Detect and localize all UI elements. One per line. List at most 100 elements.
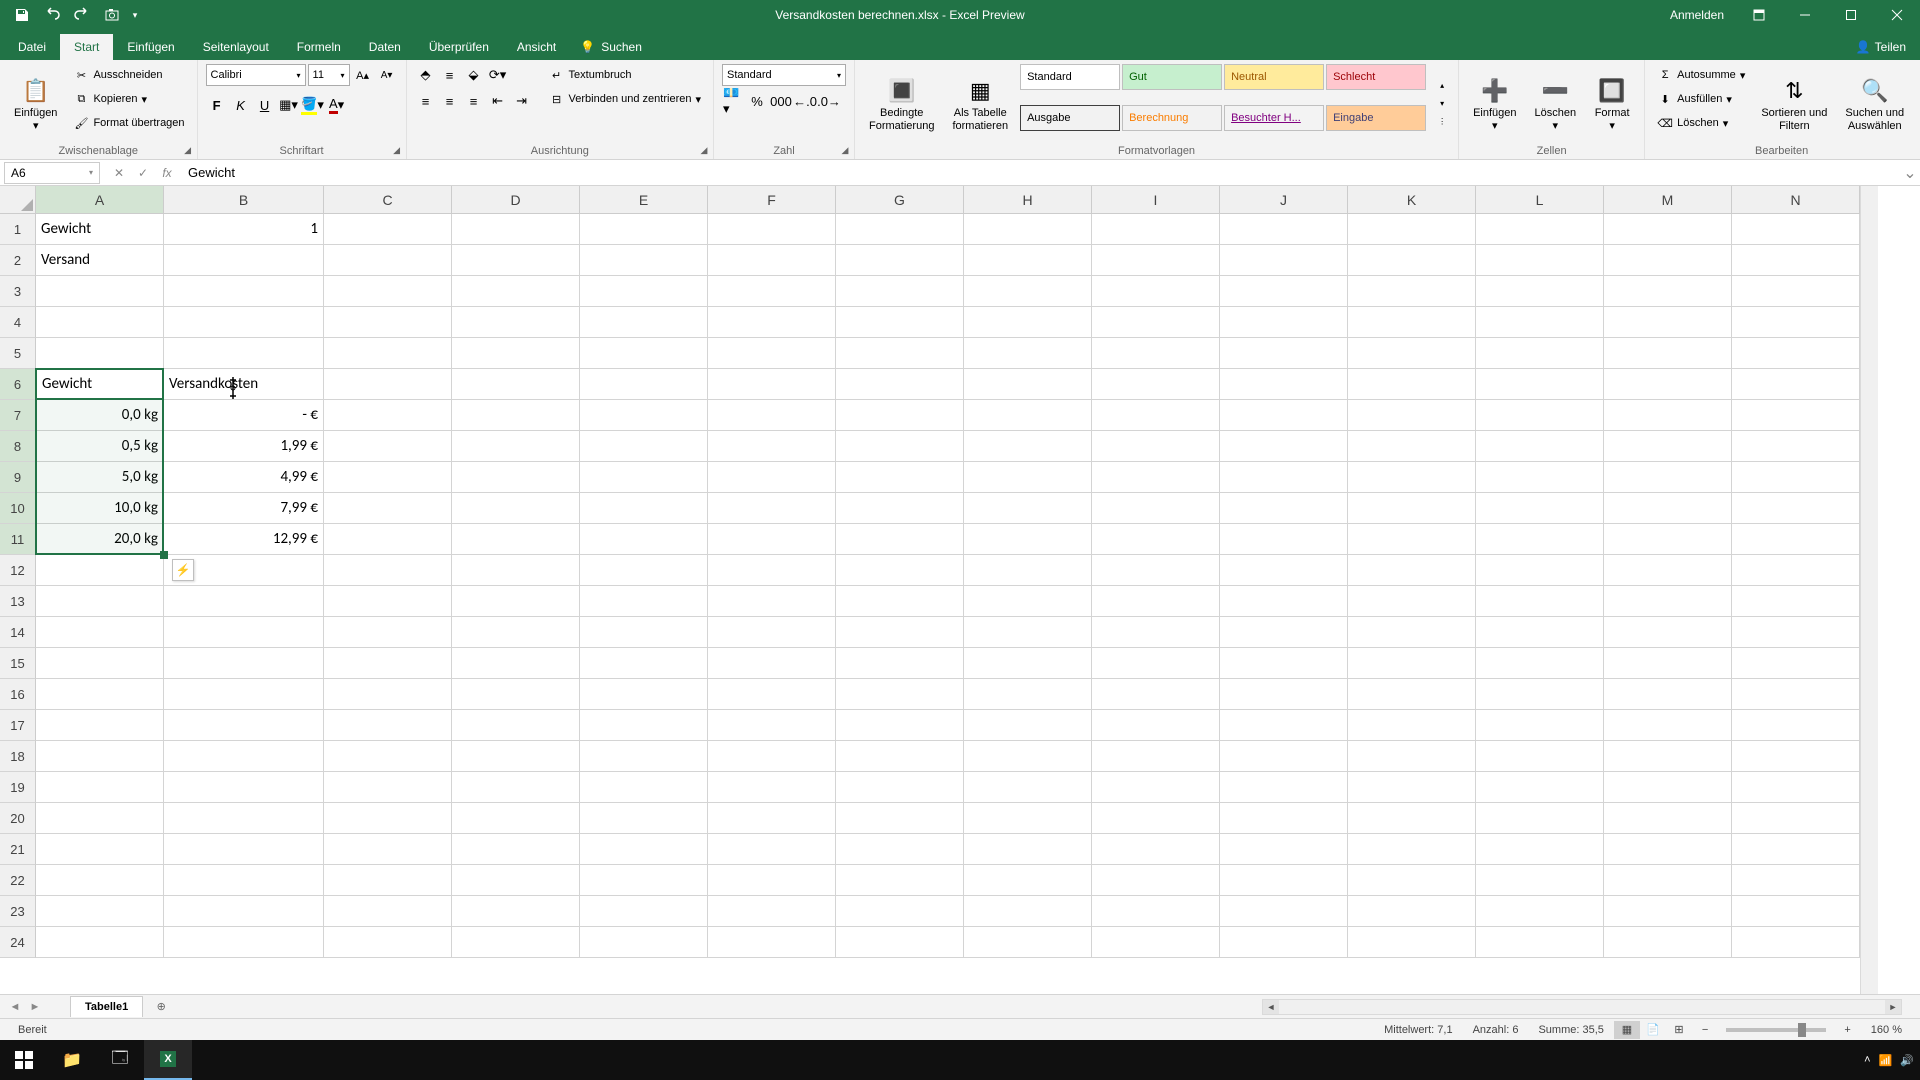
cell[interactable] xyxy=(1220,741,1348,772)
styles-scroll-down[interactable]: ▾ xyxy=(1434,96,1450,112)
cell[interactable] xyxy=(1092,245,1220,276)
cell[interactable] xyxy=(1732,586,1860,617)
increase-decimal-button[interactable]: ←.0 xyxy=(794,90,816,112)
cell[interactable] xyxy=(1220,772,1348,803)
tray-volume-icon[interactable]: 🔊 xyxy=(1900,1054,1914,1067)
cell[interactable] xyxy=(1604,214,1732,245)
style-gut[interactable]: Gut xyxy=(1122,64,1222,90)
cell[interactable] xyxy=(708,679,836,710)
cell[interactable]: Versandkosten xyxy=(164,369,324,400)
fill-button[interactable]: ⬇Ausfüllen ▾ xyxy=(1653,88,1749,110)
cell[interactable] xyxy=(836,927,964,958)
insert-cells-button[interactable]: ➕Einfügen▾ xyxy=(1467,64,1522,143)
taskbar-app[interactable]: 🗔 xyxy=(96,1040,144,1080)
cell[interactable] xyxy=(580,803,708,834)
cell[interactable] xyxy=(708,524,836,555)
cell[interactable] xyxy=(836,710,964,741)
cell[interactable] xyxy=(964,245,1092,276)
row-header[interactable]: 10 xyxy=(0,493,36,524)
cell[interactable] xyxy=(580,617,708,648)
cell[interactable] xyxy=(964,679,1092,710)
cell[interactable] xyxy=(1732,245,1860,276)
paste-button[interactable]: 📋 Einfügen▾ xyxy=(8,64,63,143)
cell[interactable] xyxy=(708,369,836,400)
cell[interactable] xyxy=(324,431,452,462)
cell[interactable] xyxy=(708,803,836,834)
camera-button[interactable] xyxy=(98,1,126,29)
cell[interactable] xyxy=(1348,369,1476,400)
cell[interactable] xyxy=(1604,338,1732,369)
cell[interactable] xyxy=(580,772,708,803)
cell[interactable] xyxy=(1732,493,1860,524)
cell[interactable] xyxy=(1604,431,1732,462)
cell[interactable] xyxy=(1476,710,1604,741)
cell[interactable] xyxy=(1348,927,1476,958)
cell[interactable] xyxy=(164,648,324,679)
decrease-decimal-button[interactable]: .0→ xyxy=(818,90,840,112)
cell[interactable] xyxy=(708,431,836,462)
cell[interactable] xyxy=(1604,524,1732,555)
cell[interactable] xyxy=(324,493,452,524)
cell[interactable] xyxy=(1220,710,1348,741)
cell[interactable] xyxy=(36,555,164,586)
font-name-select[interactable]: Calibri▾ xyxy=(206,64,306,86)
cell[interactable] xyxy=(452,679,580,710)
cell[interactable] xyxy=(1348,772,1476,803)
cell[interactable] xyxy=(1476,214,1604,245)
clear-button[interactable]: ⌫Löschen ▾ xyxy=(1653,112,1749,134)
cell[interactable] xyxy=(836,617,964,648)
row-header[interactable]: 4 xyxy=(0,307,36,338)
row-header[interactable]: 11 xyxy=(0,524,36,555)
cell[interactable] xyxy=(836,245,964,276)
column-header[interactable]: J xyxy=(1220,186,1348,214)
cell[interactable] xyxy=(324,338,452,369)
comma-format-button[interactable]: 000 xyxy=(770,90,792,112)
cell[interactable] xyxy=(164,896,324,927)
cell[interactable] xyxy=(1476,276,1604,307)
cell[interactable] xyxy=(452,927,580,958)
cell[interactable] xyxy=(964,369,1092,400)
sheet-tab-active[interactable]: Tabelle1 xyxy=(70,996,143,1017)
cell[interactable] xyxy=(1732,834,1860,865)
cell[interactable] xyxy=(836,648,964,679)
cell[interactable] xyxy=(580,648,708,679)
cell[interactable] xyxy=(1348,679,1476,710)
column-header[interactable]: E xyxy=(580,186,708,214)
cell[interactable] xyxy=(324,710,452,741)
style-besuchter[interactable]: Besuchter H... xyxy=(1224,105,1324,131)
row-header[interactable]: 19 xyxy=(0,772,36,803)
cell[interactable] xyxy=(1476,927,1604,958)
styles-scroll-up[interactable]: ▴ xyxy=(1434,78,1450,94)
column-header[interactable]: G xyxy=(836,186,964,214)
clipboard-dialog-launcher[interactable]: ◢ xyxy=(181,143,195,157)
cell[interactable] xyxy=(964,276,1092,307)
cell[interactable] xyxy=(324,307,452,338)
cell[interactable] xyxy=(164,803,324,834)
cell[interactable] xyxy=(1476,338,1604,369)
cell[interactable] xyxy=(452,896,580,927)
italic-button[interactable]: K xyxy=(230,94,252,116)
cell[interactable] xyxy=(324,555,452,586)
cell[interactable] xyxy=(164,617,324,648)
cell[interactable]: Gewicht xyxy=(36,369,164,400)
cell[interactable] xyxy=(452,524,580,555)
cell[interactable] xyxy=(580,865,708,896)
cell[interactable] xyxy=(1348,493,1476,524)
cell[interactable] xyxy=(1732,896,1860,927)
cell[interactable] xyxy=(1092,307,1220,338)
cell[interactable] xyxy=(452,431,580,462)
cell[interactable] xyxy=(708,493,836,524)
cell[interactable] xyxy=(1604,772,1732,803)
cell[interactable] xyxy=(164,741,324,772)
close-button[interactable] xyxy=(1874,0,1920,30)
cell[interactable] xyxy=(1476,896,1604,927)
row-header[interactable]: 17 xyxy=(0,710,36,741)
cell[interactable] xyxy=(580,555,708,586)
cell[interactable]: 10,0 kg xyxy=(36,493,164,524)
cell[interactable] xyxy=(1604,307,1732,338)
cell[interactable] xyxy=(580,245,708,276)
cell[interactable]: 0,0 kg xyxy=(36,400,164,431)
cell[interactable] xyxy=(580,741,708,772)
cell[interactable]: 1 xyxy=(164,214,324,245)
cell[interactable] xyxy=(324,214,452,245)
